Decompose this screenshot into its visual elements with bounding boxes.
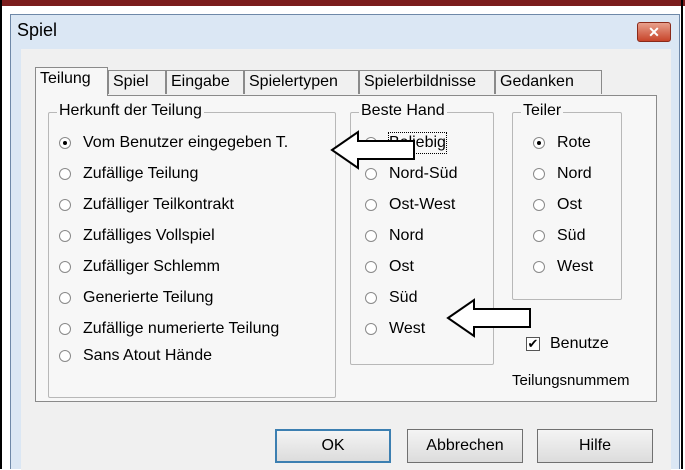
radio-icon	[59, 230, 71, 242]
left-border-line	[0, 0, 2, 469]
option-label: Ost-West	[389, 196, 456, 213]
option-label: Süd	[389, 289, 418, 306]
right-border-line	[681, 0, 683, 469]
tab-spiel[interactable]: Spiel	[108, 70, 166, 94]
radio-icon	[533, 168, 545, 180]
option-label: Zufällige Teilung	[83, 165, 199, 182]
tab-label: Teilung	[40, 70, 91, 87]
radio-icon	[365, 261, 377, 273]
tab-panel-teilung: Herkunft der Teilung Vom Benutzer eingeg…	[35, 95, 657, 402]
radio-icon	[59, 168, 71, 180]
ok-button-label: OK	[321, 437, 345, 454]
annotation-arrow-icon	[330, 130, 415, 170]
tab-label: Eingabe	[171, 73, 230, 90]
radio-selected-icon	[59, 137, 71, 149]
tab-label: Spielertypen	[249, 73, 338, 90]
radio-icon	[365, 292, 377, 304]
group-teiler: Teiler Rote Nord Ost Süd West	[512, 102, 622, 300]
top-accent-strip	[0, 0, 685, 6]
tab-label: Spielerbildnisse	[364, 73, 477, 90]
title-bar: Spiel ✕	[11, 15, 679, 49]
checkbox-checked-icon: ✔	[526, 336, 540, 351]
option-label: Ost	[557, 196, 582, 213]
help-button[interactable]: Hilfe	[537, 429, 653, 463]
radio-icon	[365, 230, 377, 242]
option-label: Zufälliger Schlemm	[83, 258, 220, 275]
option-label: Sans Atout Hände	[83, 347, 212, 364]
tab-label: Spiel	[113, 73, 149, 90]
option-label: Ost	[389, 258, 414, 275]
option-label: Vom Benutzer eingegeben T.	[83, 134, 289, 151]
tab-teilung[interactable]: Teilung	[35, 67, 108, 96]
teilungsnummern-label: Teilungsnummem	[512, 372, 630, 389]
annotation-arrow-icon	[446, 298, 531, 338]
window-title: Spiel	[17, 20, 58, 40]
radio-icon	[533, 199, 545, 211]
cancel-button[interactable]: Abbrechen	[407, 429, 523, 463]
close-button[interactable]: ✕	[637, 22, 671, 42]
tab-gedanken[interactable]: Gedanken	[495, 70, 602, 94]
option-label: Zufälliges Vollspiel	[83, 227, 215, 244]
group-beste-hand-legend: Beste Hand	[359, 102, 447, 120]
radio-icon	[533, 261, 545, 273]
cancel-button-label: Abbrechen	[426, 437, 504, 454]
tab-spielerbildnisse[interactable]: Spielerbildnisse	[359, 70, 495, 94]
ok-button[interactable]: OK	[275, 429, 391, 463]
option-label: West	[389, 320, 426, 337]
option-label: Generierte Teilung	[83, 289, 214, 306]
radio-icon	[533, 230, 545, 242]
radio-icon	[365, 199, 377, 211]
tab-eingabe[interactable]: Eingabe	[166, 70, 244, 94]
dialog-window: Spiel ✕ Teilung Spiel Eingabe Spielertyp…	[10, 14, 680, 470]
radio-icon	[59, 199, 71, 211]
option-label: Nord	[389, 227, 424, 244]
group-teiler-legend: Teiler	[521, 102, 564, 120]
help-button-label: Hilfe	[578, 437, 611, 454]
benutze-label: Benutze	[550, 335, 609, 352]
group-herkunft: Herkunft der Teilung Vom Benutzer eingeg…	[48, 102, 336, 398]
radio-icon	[59, 261, 71, 273]
radio-icon	[59, 292, 71, 304]
option-label: Nord	[557, 165, 592, 182]
radio-icon	[365, 323, 377, 335]
option-label: Rote	[557, 134, 591, 151]
tab-spielertypen[interactable]: Spielertypen	[244, 70, 359, 94]
option-label: West	[557, 258, 594, 275]
tab-label: Gedanken	[500, 73, 574, 90]
radio-icon	[59, 350, 71, 362]
option-label: Süd	[557, 227, 586, 244]
group-herkunft-legend: Herkunft der Teilung	[57, 102, 204, 120]
dialog-client-area: Teilung Spiel Eingabe Spielertypen Spiel…	[21, 49, 671, 470]
radio-selected-icon	[533, 137, 545, 149]
option-label: Zufällige numerierte Teilung	[83, 320, 280, 337]
radio-icon	[59, 323, 71, 335]
close-icon: ✕	[648, 24, 660, 40]
option-label: Zufälliger Teilkontrakt	[83, 196, 234, 213]
